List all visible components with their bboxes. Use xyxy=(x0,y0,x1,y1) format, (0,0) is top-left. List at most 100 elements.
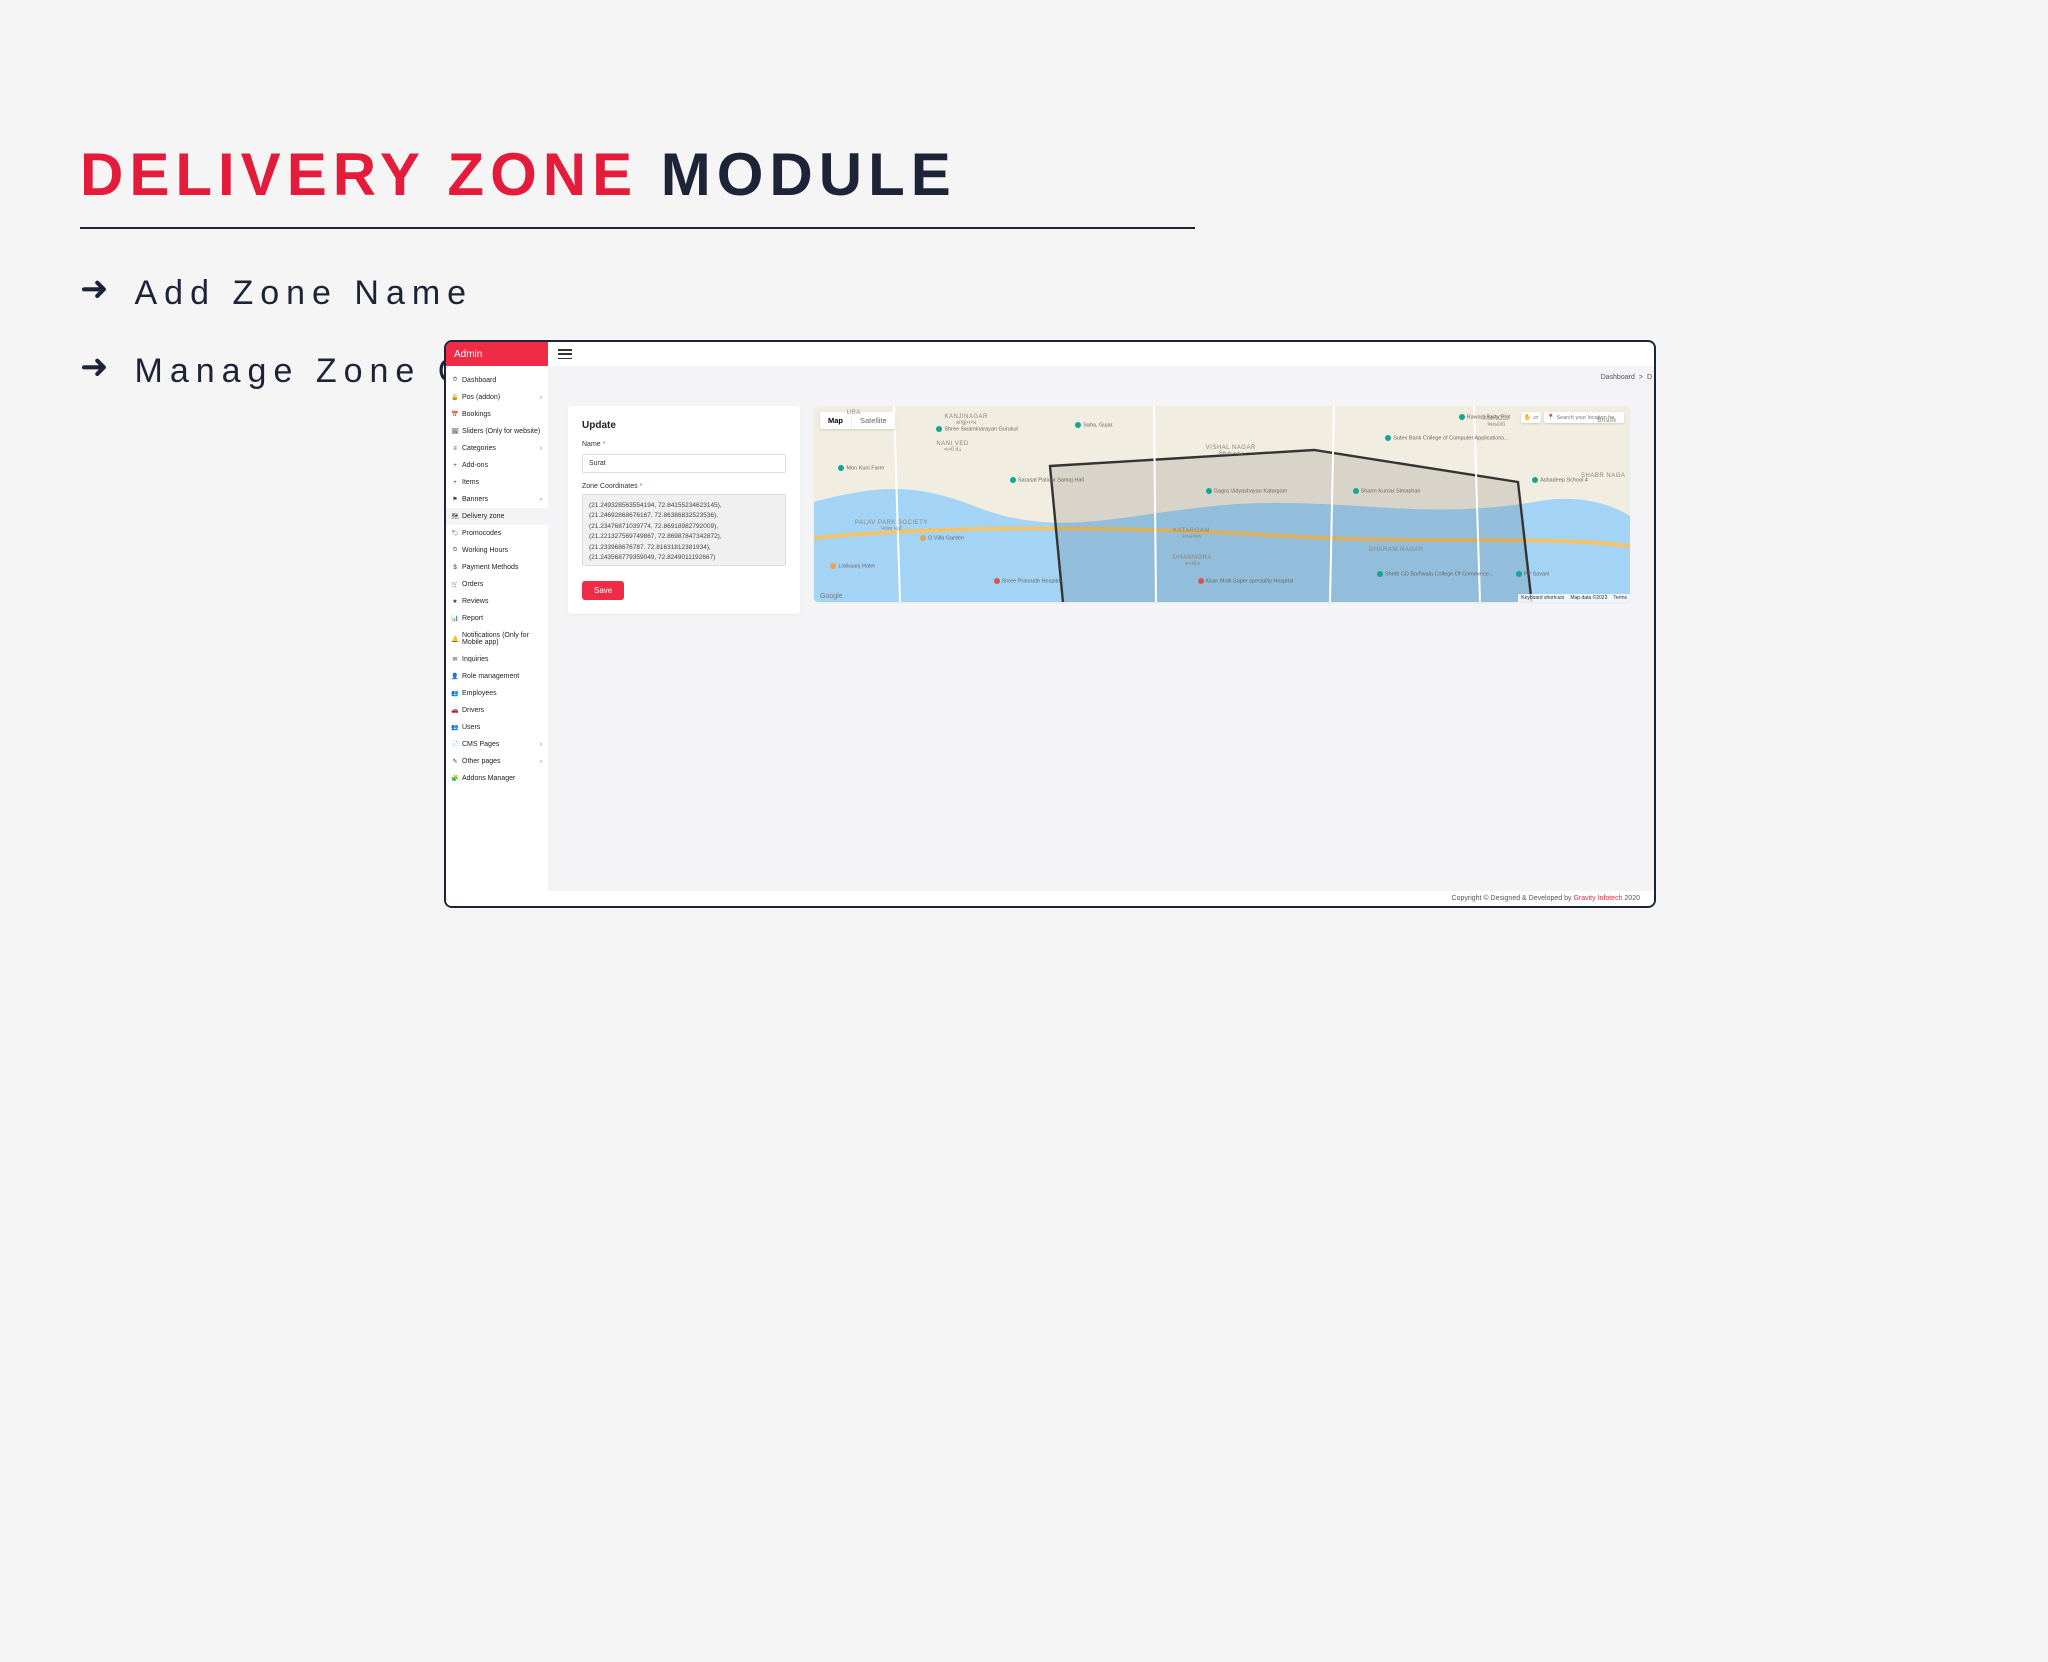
poi-pin-icon xyxy=(838,465,844,471)
sidebar-item-cms-pages[interactable]: 📄CMS Pages› xyxy=(446,736,548,753)
map-poi[interactable]: Sarasat Patidar Samaj Hall xyxy=(1010,477,1084,483)
sidebar-item-label: Addons Manager xyxy=(462,775,515,782)
sidebar-icon: $ xyxy=(452,565,458,571)
map-poi[interactable]: Kiran Multi Super speciality Hospital xyxy=(1198,578,1294,584)
chevron-right-icon: › xyxy=(540,395,542,401)
footer-link[interactable]: Gravity Infotech xyxy=(1573,895,1622,902)
zone-name-input[interactable] xyxy=(582,454,786,473)
sidebar-item-label: Categories xyxy=(462,445,496,452)
sidebar-item-label: Inquiries xyxy=(462,656,488,663)
sidebar-icon: 👤 xyxy=(452,674,458,680)
sidebar-item-role-management[interactable]: 👤 Role management xyxy=(446,668,548,685)
map-poi[interactable]: Sheth CD Barfiwala College Of Commerce..… xyxy=(1377,571,1494,577)
map-poi[interactable]: Gagra Vidyashayan Katargam xyxy=(1206,488,1288,494)
sidebar-item-sliders-only-for-website[interactable]: 🖼 Sliders (Only for website) xyxy=(446,423,548,440)
sidebar-item-label: Role management xyxy=(462,673,519,680)
sidebar-item-working-hours[interactable]: ⏲ Working Hours xyxy=(446,542,548,559)
sidebar-item-promocodes[interactable]: 🏷 Promocodes xyxy=(446,525,548,542)
sidebar-item-drivers[interactable]: 🚗Drivers xyxy=(446,702,548,719)
sidebar-item-label: Employees xyxy=(462,690,497,697)
sidebar-item-categories[interactable]: ≡Categories› xyxy=(446,440,548,457)
sidebar-item-label: Users xyxy=(462,724,480,731)
sidebar-icon: + xyxy=(452,463,458,469)
sidebar-item-addons-manager[interactable]: 🧩 Addons Manager xyxy=(446,770,548,787)
update-form-card: Update Name * Zone Coordinates * Save xyxy=(568,406,800,614)
sidebar-item-items[interactable]: +Items xyxy=(446,474,548,491)
sidebar-item-label: Working Hours xyxy=(462,547,508,554)
sidebar: ⏱Dashboard🔒Pos (addon)›📅Bookings 🖼 Sliders… xyxy=(446,366,548,906)
footer: Copyright © Designed & Developed by Grav… xyxy=(446,891,1654,906)
sidebar-item-users[interactable]: 👥Users xyxy=(446,719,548,736)
map-card[interactable]: Map Satellite ✋▱ 📍 URAKANJINAGARકાંજીનગર… xyxy=(814,406,1630,602)
sidebar-item-payment-methods[interactable]: $Payment Methods xyxy=(446,559,548,576)
poi-pin-icon xyxy=(830,563,836,569)
map-poi[interactable]: Sutex Bank College of Computer Applicati… xyxy=(1385,435,1509,441)
poi-pin-icon xyxy=(1206,488,1212,494)
arrow-right-icon: ➜ xyxy=(80,269,109,309)
sidebar-item-orders[interactable]: 🛒 Orders xyxy=(446,576,548,593)
feature-item: Add Zone Name xyxy=(135,269,474,317)
hand-icon[interactable]: ✋ xyxy=(1524,414,1531,421)
sidebar-item-label: Other pages xyxy=(462,758,501,765)
map-poi[interactable]: Ashadeep School 4 xyxy=(1532,477,1588,483)
sidebar-icon: ⏱ xyxy=(452,378,458,384)
sidebar-item-pos-addon[interactable]: 🔒Pos (addon)› xyxy=(446,389,548,406)
polygon-icon[interactable]: ▱ xyxy=(1533,414,1538,421)
sidebar-icon: 🔔 xyxy=(452,636,458,642)
map-poi[interactable]: Saha, Gujar. xyxy=(1075,422,1114,428)
map-poi[interactable]: Lokkaanj Hotel xyxy=(830,563,874,569)
map-poi[interactable]: Shree Prannath Hospital xyxy=(994,578,1062,584)
sidebar-icon: 🖼 xyxy=(452,429,458,435)
sidebar-icon: ⏲ xyxy=(452,548,458,554)
form-title: Update xyxy=(582,420,786,431)
save-button[interactable]: Save xyxy=(582,581,624,600)
sidebar-icon: 🧩 xyxy=(452,776,458,782)
map-poi[interactable]: G Villa Garden xyxy=(920,535,964,541)
poi-pin-icon xyxy=(1075,422,1081,428)
page-title: DELIVERY ZONE MODULE xyxy=(80,140,1968,209)
poi-pin-icon xyxy=(1459,414,1465,420)
title-divider xyxy=(80,227,1195,229)
sidebar-item-inquiries[interactable]: ✉Inquiries xyxy=(446,651,548,668)
sidebar-item-banners[interactable]: ⚑Banners› xyxy=(446,491,548,508)
poi-pin-icon xyxy=(1385,435,1391,441)
pin-icon: 📍 xyxy=(1547,414,1554,421)
sidebar-item-label: Add-ons xyxy=(462,462,488,469)
sidebar-item-employees[interactable]: 👥Employees xyxy=(446,685,548,702)
poi-pin-icon xyxy=(1377,571,1383,577)
sidebar-item-report[interactable]: 📊Report xyxy=(446,610,548,627)
poi-pin-icon xyxy=(1532,477,1538,483)
sidebar-item-label: Delivery zone xyxy=(462,513,504,520)
sidebar-item-label: Report xyxy=(462,615,483,622)
sidebar-item-other-pages[interactable]: ✎Other pages› xyxy=(446,753,548,770)
map-area-label: DHARAM NAGAR xyxy=(1369,547,1424,553)
poi-pin-icon xyxy=(1353,488,1359,494)
sidebar-item-delivery-zone[interactable]: 🗺Delivery zone xyxy=(446,508,548,525)
map-area-label: DHANMORAધનમોરા xyxy=(1173,555,1212,567)
sidebar-icon: 📅 xyxy=(452,412,458,418)
sidebar-item-label: Drivers xyxy=(462,707,484,714)
name-label: Name * xyxy=(582,441,786,448)
admin-screenshot: Admin ⏱Dashboard🔒Pos (addon)›📅Bookings🖼S… xyxy=(444,340,1656,908)
google-logo: Google xyxy=(820,593,843,600)
map-poi[interactable]: Rawadi Party Plot xyxy=(1459,414,1511,420)
map-poi[interactable]: PP Savani xyxy=(1516,571,1550,577)
sidebar-item-reviews[interactable]: ★Reviews xyxy=(446,593,548,610)
sidebar-icon: 🏷 xyxy=(452,531,458,537)
menu-toggle-icon[interactable] xyxy=(558,349,572,359)
poi-pin-icon xyxy=(1198,578,1204,584)
sidebar-item-dashboard[interactable]: ⏱Dashboard xyxy=(446,372,548,389)
sidebar-item-bookings[interactable]: 📅Bookings xyxy=(446,406,548,423)
map-poi[interactable]: Shree Swaminarayan Gurukul xyxy=(936,426,1017,432)
sidebar-item-notifications-only-for-mobile-app[interactable]: 🔔Notifications (Only for Mobile app) xyxy=(446,627,548,651)
sidebar-item-add-ons[interactable]: + Add-ons xyxy=(446,457,548,474)
map-draw-tools[interactable]: ✋▱ xyxy=(1521,412,1541,423)
sidebar-item-label: Orders xyxy=(462,581,483,588)
map-poi[interactable]: Mon Kuni Farm xyxy=(838,465,884,471)
zone-coords-textarea[interactable] xyxy=(582,494,786,566)
sidebar-item-label: Promocodes xyxy=(462,530,501,537)
sidebar-item-label: Sliders (Only for website) xyxy=(462,428,540,435)
poi-pin-icon xyxy=(1516,571,1522,577)
sidebar-icon: 🛒 xyxy=(452,582,458,588)
map-poi[interactable]: Sharm Kumar Simashan xyxy=(1353,488,1421,494)
